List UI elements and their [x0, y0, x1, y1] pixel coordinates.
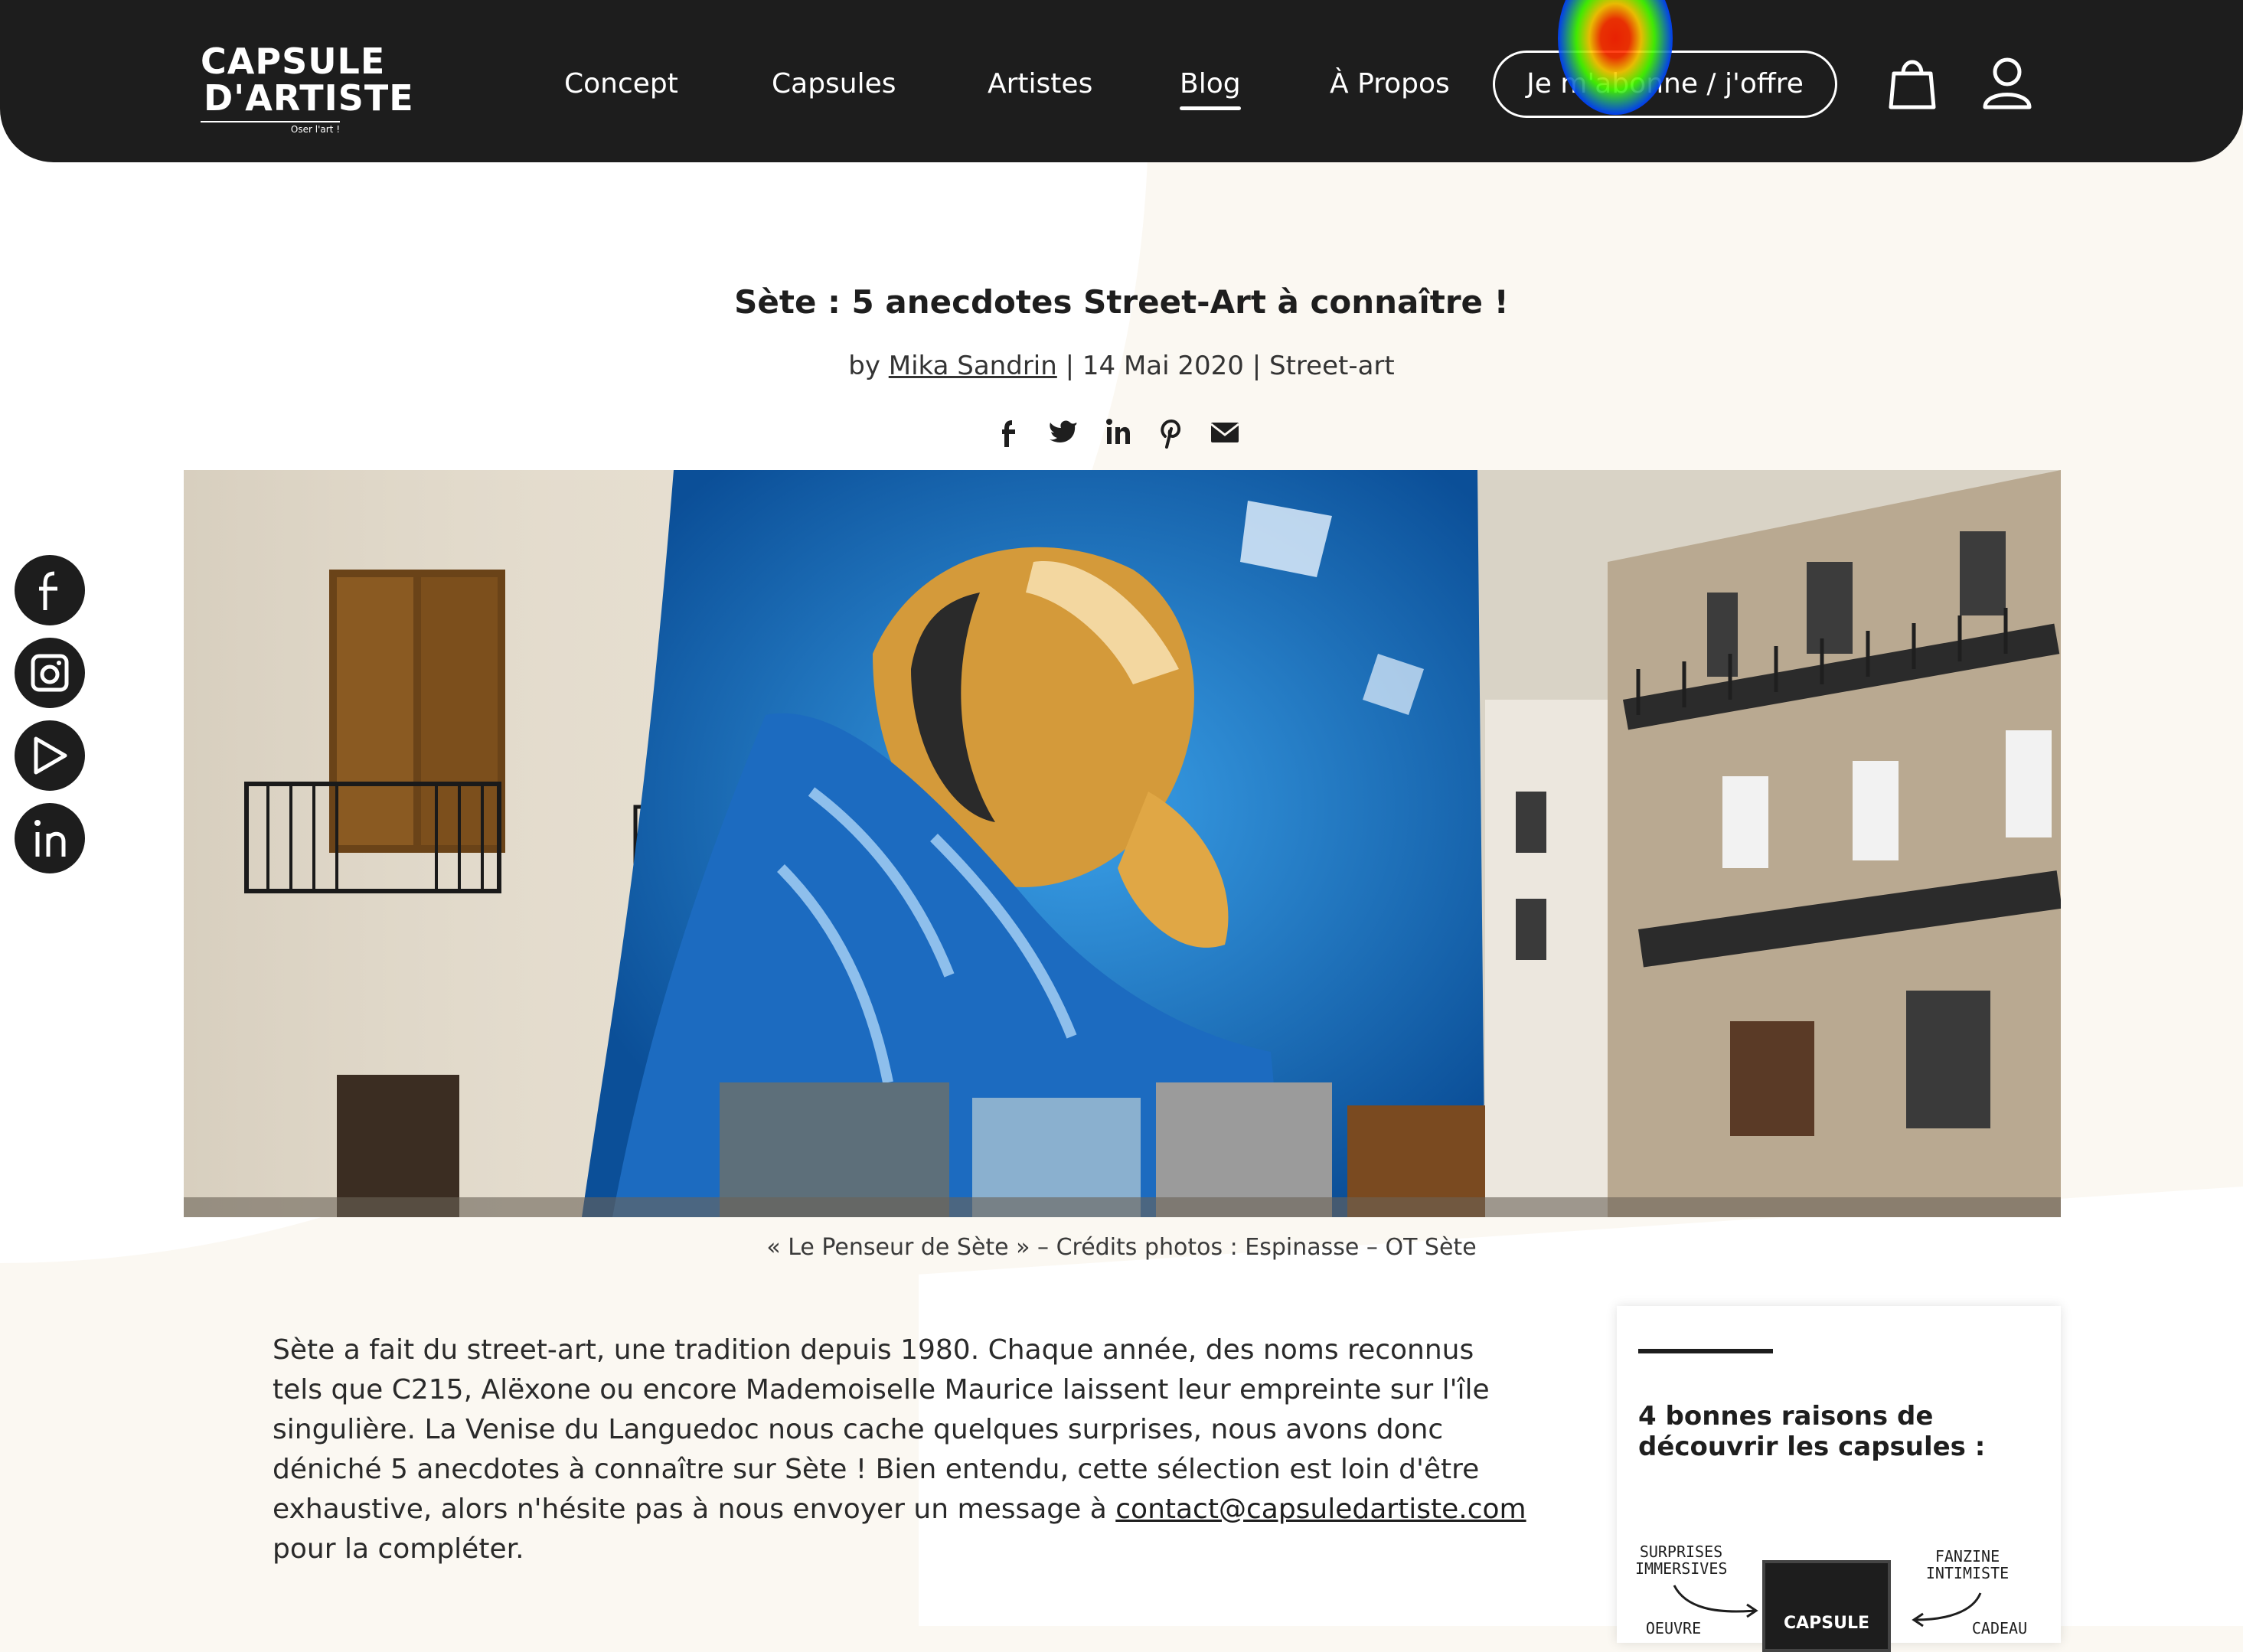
category-link[interactable]: Street-art [1269, 351, 1395, 381]
note-surprises: SURPRISES IMMERSIVES [1635, 1543, 1728, 1578]
share-email-icon[interactable] [1210, 418, 1240, 449]
image-caption: « Le Penseur de Sète » – Crédits photos … [766, 1234, 1477, 1261]
note-oeuvre: OEUVRE [1645, 1619, 1702, 1637]
linkedin-icon[interactable] [12, 801, 87, 876]
card-title: 4 bonnes raisons de découvrir les capsul… [1638, 1401, 1986, 1462]
note-fanzine: FANZINE INTIMISTE [1925, 1547, 2010, 1582]
article-date: 14 Mai 2020 [1082, 351, 1244, 381]
arrow-right-icon [1912, 1592, 1982, 1628]
nav-item-concept[interactable]: Concept [564, 67, 678, 101]
shopping-bag-icon[interactable] [1888, 55, 1937, 110]
nav-item-artistes[interactable]: Artistes [988, 67, 1092, 101]
logo-line1: CAPSULE [201, 41, 386, 82]
hero-image [184, 470, 2061, 1217]
article-intro: Sète a fait du street-art, une tradition… [273, 1330, 1528, 1569]
share-facebook-icon[interactable] [1000, 418, 1018, 452]
share-linkedin-icon[interactable] [1105, 418, 1131, 449]
logo-tagline: Oser l'art ! [201, 121, 340, 135]
instagram-icon[interactable] [12, 635, 87, 710]
site-header: CAPSULE D'ARTISTE Oser l'art ! Concept C… [0, 0, 2243, 162]
card-divider [1638, 1349, 1773, 1353]
author-link[interactable]: Mika Sandrin [889, 351, 1057, 381]
share-pinterest-icon[interactable] [1159, 418, 1182, 452]
meta-separator: | [1252, 351, 1262, 381]
nav-item-capsules[interactable]: Capsules [772, 67, 896, 101]
nav-item-blog[interactable]: Blog [1180, 67, 1241, 110]
logo-line2: D'ARTISTE [204, 77, 414, 119]
intro-text-end: pour la compléter. [273, 1533, 524, 1565]
capsule-box-illustration: CAPSULE [1762, 1560, 1891, 1652]
arrow-left-icon [1673, 1585, 1758, 1618]
nav-item-a-propos[interactable]: À Propos [1330, 67, 1450, 101]
meta-separator: | [1065, 351, 1075, 381]
share-twitter-icon[interactable] [1049, 418, 1078, 449]
meta-by: by [848, 351, 880, 381]
facebook-icon[interactable] [12, 553, 87, 628]
social-sidebar [0, 521, 98, 911]
contact-email-link[interactable]: contact@capsuledartiste.com [1115, 1494, 1526, 1525]
article-meta: by Mika Sandrin | 14 Mai 2020 | Street-a… [0, 351, 2243, 381]
article-title: Sète : 5 anecdotes Street-Art à connaîtr… [734, 283, 1509, 321]
user-account-icon[interactable] [1981, 55, 2033, 110]
sidebar-promo-card[interactable]: 4 bonnes raisons de découvrir les capsul… [1617, 1306, 2061, 1652]
youtube-icon[interactable] [12, 718, 87, 793]
site-logo[interactable]: CAPSULE D'ARTISTE Oser l'art ! [201, 43, 414, 135]
